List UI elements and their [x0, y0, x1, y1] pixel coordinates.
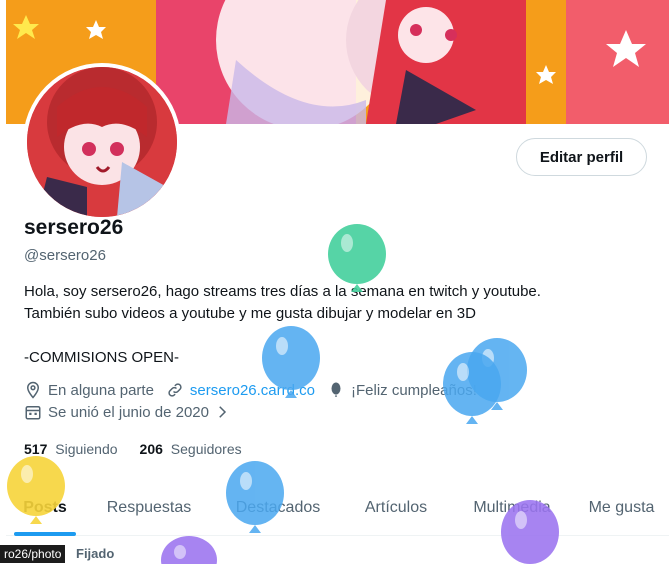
followers-label: Seguidores: [170, 441, 242, 457]
followers-link[interactable]: 206 Seguidores: [140, 441, 242, 457]
following-label: Siguiendo: [55, 441, 118, 457]
website-item[interactable]: sersero26.carrd.co: [166, 381, 315, 399]
following-count: 517: [24, 441, 48, 457]
url-tooltip: ro26/photo: [0, 545, 66, 563]
joined-item: Se unió el junio de 2020: [24, 403, 237, 421]
user-handle: @sersero26: [24, 247, 106, 264]
location-item: En alguna parte: [24, 381, 154, 399]
bio-line: Hola, soy sersero26, hago streams tres d…: [24, 283, 541, 300]
profile-meta-row: En alguna parte sersero26.carrd.co ¡Feli…: [24, 381, 489, 399]
tab-destacados[interactable]: Destacados: [214, 480, 342, 536]
balloon-icon: [331, 382, 341, 397]
tab-posts[interactable]: Posts: [6, 480, 84, 536]
profile-tabs: Posts Respuestas Destacados Artículos Mu…: [6, 480, 669, 536]
tab-me-gusta[interactable]: Me gusta: [574, 480, 669, 536]
pinned-label: Fijado: [76, 546, 115, 561]
birthday-text: ¡Feliz cumpleaños!: [350, 381, 477, 399]
profile-avatar[interactable]: [23, 63, 181, 221]
profile-bio: Hola, soy sersero26, hago streams tres d…: [24, 281, 644, 369]
profile-page: Editar perfil sersero26 @sersero26 Hola,…: [6, 0, 669, 564]
birthday-item: ¡Feliz cumpleaños!: [327, 381, 477, 399]
tab-articulos[interactable]: Artículos: [342, 480, 450, 536]
website-link[interactable]: sersero26.carrd.co: [190, 382, 315, 399]
location-text: En alguna parte: [48, 381, 154, 399]
location-pin-icon: [26, 381, 40, 399]
following-link[interactable]: 517 Siguiendo: [24, 441, 118, 457]
chevron-right-icon[interactable]: [213, 403, 231, 421]
link-icon: [168, 383, 182, 397]
bio-line: También subo videos a youtube y me gusta…: [24, 305, 476, 322]
edit-profile-button[interactable]: Editar perfil: [516, 138, 647, 176]
tab-respuestas[interactable]: Respuestas: [84, 480, 214, 536]
calendar-icon: [25, 406, 41, 420]
bio-line: -COMMISIONS OPEN-: [24, 349, 180, 366]
followers-count: 206: [139, 441, 163, 457]
joined-text: Se unió el junio de 2020: [48, 403, 209, 421]
display-name: sersero26: [24, 216, 124, 239]
follow-stats: 517 Siguiendo 206 Seguidores: [24, 441, 264, 457]
tab-multimedia[interactable]: Multimedia: [450, 480, 574, 536]
profile-meta-row: Se unió el junio de 2020: [24, 403, 249, 421]
avatar-image: [27, 67, 177, 217]
